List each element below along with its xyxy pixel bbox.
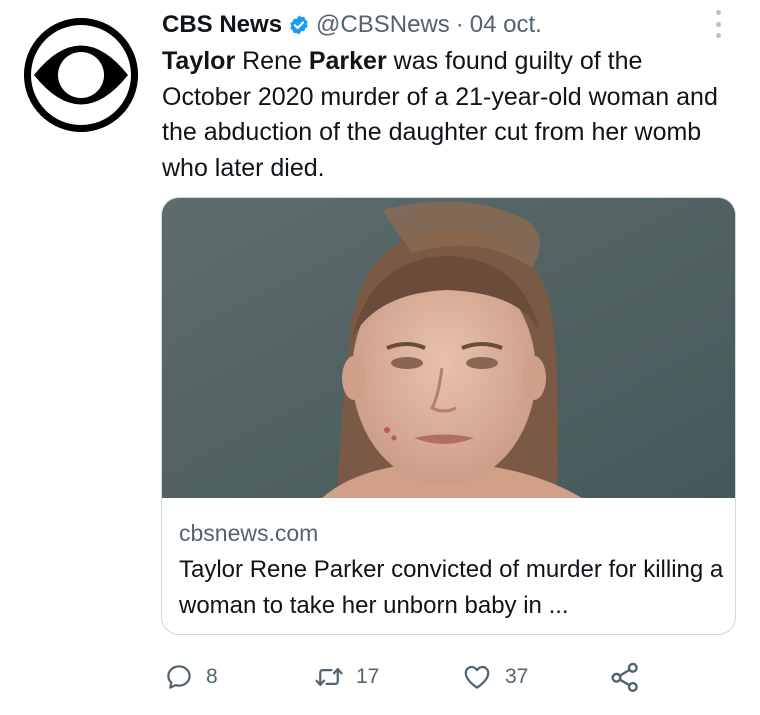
more-dot <box>715 10 721 15</box>
tweet-text-bold-first[interactable]: Taylor <box>162 47 235 75</box>
tweet-text: Taylor Rene Parker was found guilty of t… <box>162 44 737 186</box>
tweet-header: CBS News @CBSNews · 04 oct. <box>162 8 730 42</box>
mugshot-photo <box>162 198 735 498</box>
like-button[interactable]: 37 <box>461 655 528 699</box>
reply-count: 8 <box>206 665 218 688</box>
more-dot <box>715 33 721 38</box>
reply-button[interactable]: 8 <box>164 655 218 699</box>
heart-icon <box>464 665 490 689</box>
retweet-icon <box>315 668 343 686</box>
share-icon <box>611 662 638 692</box>
like-count: 37 <box>505 665 529 688</box>
tweet-date[interactable]: 04 oct. <box>470 11 542 39</box>
cbs-eye-logo-icon <box>24 18 138 132</box>
more-options-icon[interactable] <box>712 10 724 38</box>
verified-badge-icon <box>288 14 310 36</box>
separator-dot: · <box>455 11 464 38</box>
retweet-button[interactable]: 17 <box>314 655 379 699</box>
tweet-text-bold-last[interactable]: Parker <box>309 47 387 75</box>
reply-icon <box>167 665 191 689</box>
author-handle[interactable]: @CBSNews <box>316 11 450 39</box>
avatar[interactable] <box>24 18 138 132</box>
card-domain: cbsnews.com <box>179 520 319 546</box>
more-dot <box>715 21 721 27</box>
card-title[interactable]: Taylor Rene Parker convicted of murder f… <box>179 552 724 624</box>
author-name[interactable]: CBS News <box>162 11 282 39</box>
link-card[interactable]: cbsnews.com Taylor Rene Parker convicted… <box>161 197 736 635</box>
retweet-count: 17 <box>356 665 380 688</box>
tweet-actions: 8 17 37 <box>160 655 680 699</box>
tweet-text-middle: Rene <box>235 47 309 75</box>
card-image[interactable] <box>162 198 735 498</box>
share-button[interactable] <box>608 655 654 699</box>
